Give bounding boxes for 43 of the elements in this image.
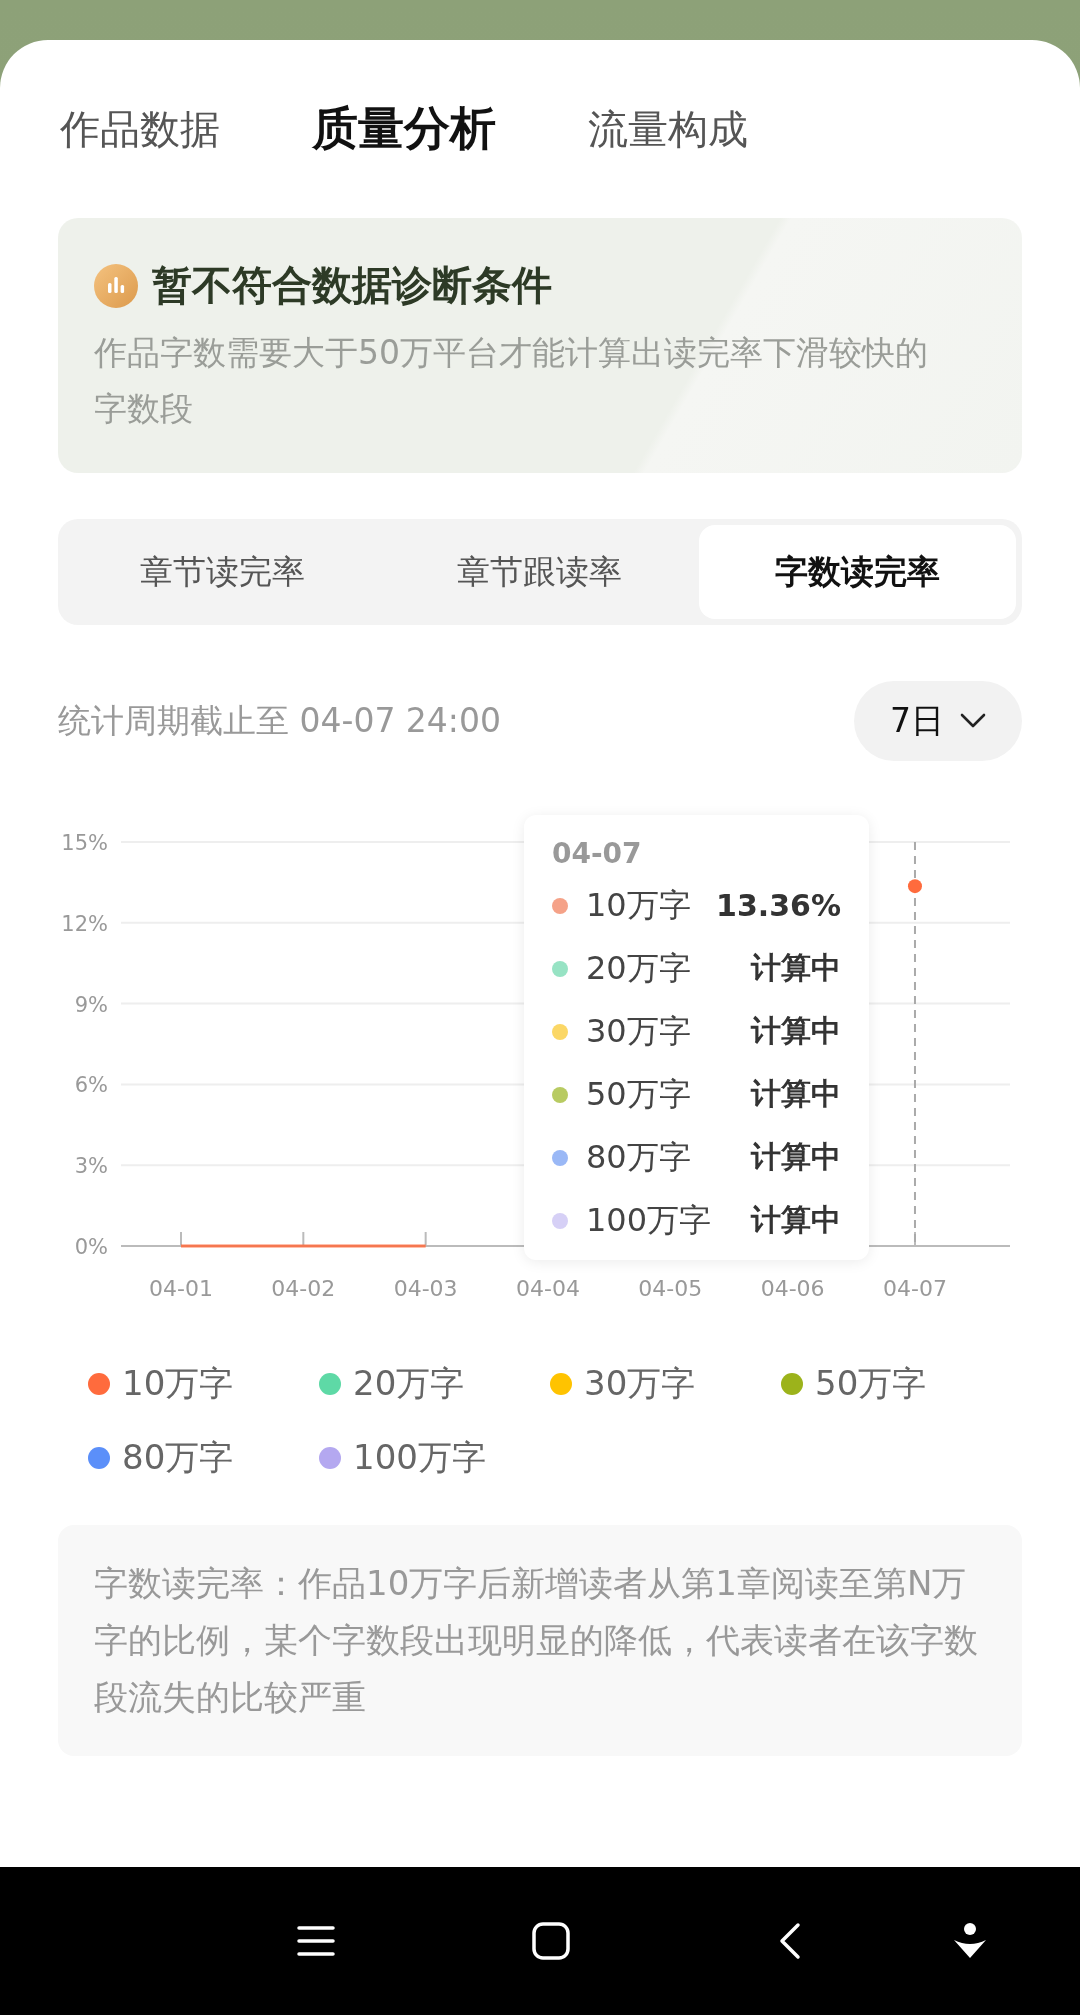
tooltip-value: 计算中 <box>751 1075 841 1113</box>
x-axis-label: 04-05 <box>638 1276 703 1301</box>
notice-text: 作品字数需要大于50万平台才能计算出读完率下滑较快的字数段 <box>94 332 929 430</box>
legend-label: 20万字 <box>353 1362 465 1405</box>
y-axis-label: 3% <box>74 1154 108 1179</box>
segment-tab[interactable]: 章节读完率 <box>64 525 382 619</box>
tooltip-series-name: 10万字 <box>586 884 692 926</box>
tooltip-date: 04-07 <box>552 837 643 870</box>
x-axis-label: 04-03 <box>393 1276 458 1301</box>
legend-label: 30万字 <box>584 1362 696 1405</box>
tooltip-value: 计算中 <box>751 949 841 987</box>
tooltip-series-name: 50万字 <box>586 1073 692 1115</box>
x-axis-label: 04-07 <box>883 1276 947 1301</box>
segment-tab[interactable]: 字数读完率 <box>698 525 1016 619</box>
tooltip-series-name: 80万字 <box>586 1136 692 1178</box>
y-axis-label: 0% <box>74 1235 108 1259</box>
tooltip-value: 计算中 <box>751 1201 841 1239</box>
legend-label: 100万字 <box>353 1436 486 1479</box>
tooltip-value: 13.36% <box>716 888 841 923</box>
legend-label: 10万字 <box>122 1362 234 1405</box>
tab[interactable]: 质量分析 <box>312 98 496 160</box>
y-axis-label: 12% <box>61 911 108 936</box>
tooltip-series-name: 100万字 <box>586 1199 713 1241</box>
tooltip-value: 计算中 <box>751 1138 841 1176</box>
legend-label: 50万字 <box>815 1362 927 1405</box>
tab[interactable]: 流量构成 <box>588 101 748 157</box>
segment-tab[interactable]: 章节跟读率 <box>381 525 699 619</box>
notice-title: 暂不符合数据诊断条件 <box>152 261 552 310</box>
tooltip-value: 计算中 <box>751 1012 841 1050</box>
tooltip-series-name: 30万字 <box>586 1010 692 1052</box>
note-text: 字数读完率：作品10万字后新增读者从第1章阅读至第N万字的比例，某个字数段出现明显的降低，代表读者在该字数段流失的比较严重 <box>58 1525 1022 1756</box>
x-axis-label: 04-06 <box>760 1276 825 1301</box>
tooltip-series-name: 20万字 <box>586 947 692 989</box>
y-axis-label: 6% <box>74 1073 108 1098</box>
x-axis-label: 04-04 <box>516 1276 580 1301</box>
range-dropdown[interactable]: 7日 <box>854 681 1022 761</box>
legend-label: 80万字 <box>122 1436 234 1479</box>
x-axis-label: 04-01 <box>149 1276 213 1301</box>
period-text: 统计周期截止至 04-07 24:00 <box>58 699 501 742</box>
y-axis-label: 15% <box>61 831 108 855</box>
x-axis-label: 04-02 <box>271 1276 336 1301</box>
tab[interactable]: 作品数据 <box>60 101 220 157</box>
y-axis-label: 9% <box>74 992 108 1017</box>
